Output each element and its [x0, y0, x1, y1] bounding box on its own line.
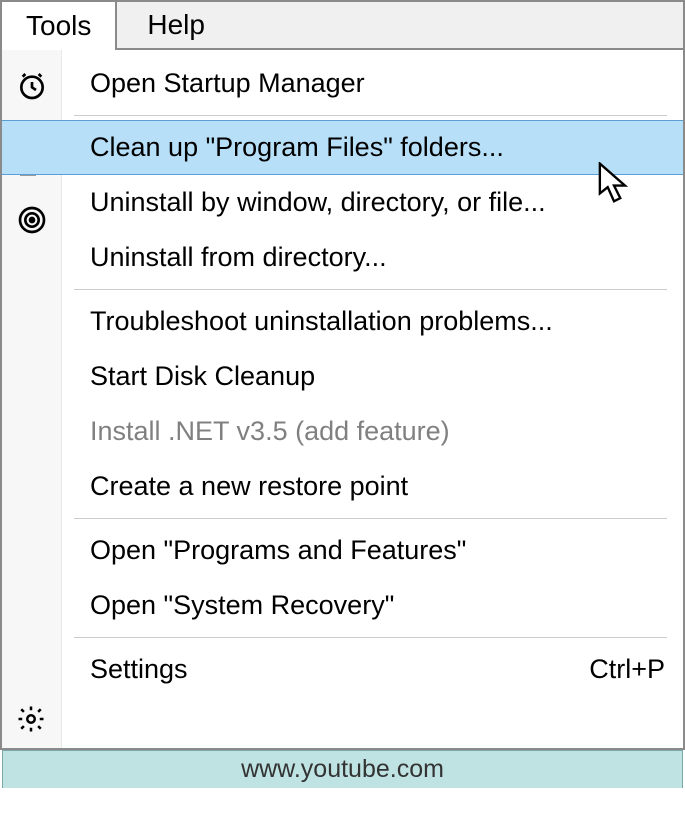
- menu-item-label: Create a new restore point: [90, 470, 408, 502]
- menu-item-troubleshoot-uninstall[interactable]: Troubleshoot uninstallation problems...: [62, 294, 683, 349]
- clock-icon: [16, 70, 48, 102]
- menu-item-shortcut: Ctrl+P: [589, 653, 665, 685]
- menu-item-label: Install .NET v3.5 (add feature): [90, 415, 450, 447]
- menu-item-label: Uninstall from directory...: [90, 241, 387, 273]
- menu-item-uninstall-by-window[interactable]: Uninstall by window, directory, or file.…: [62, 175, 683, 230]
- background-list: www.youtube.com: [2, 750, 683, 788]
- menu-item-open-programs-and-features[interactable]: Open "Programs and Features": [62, 523, 683, 578]
- menu-separator: [74, 115, 667, 116]
- menu-item-clean-up-program-files[interactable]: Clean up "Program Files" folders...: [2, 120, 683, 175]
- tools-menu-label: Tools: [26, 10, 91, 42]
- list-item-label: www.youtube.com: [241, 755, 444, 784]
- menu-separator: [74, 518, 667, 519]
- menu-separator: [74, 637, 667, 638]
- menu-item-label: Settings: [90, 653, 188, 685]
- gear-icon: [16, 704, 48, 736]
- menu-item-settings[interactable]: Settings Ctrl+P: [62, 642, 683, 697]
- menu-item-label: Open "System Recovery": [90, 589, 394, 621]
- list-item[interactable]: www.youtube.com: [2, 750, 683, 788]
- menu-item-label: Start Disk Cleanup: [90, 360, 315, 392]
- menu-item-create-restore-point[interactable]: Create a new restore point: [62, 459, 683, 514]
- tools-dropdown: Open Startup Manager Clean up "Program F…: [0, 50, 685, 750]
- menu-separator: [74, 289, 667, 290]
- tools-menu-button[interactable]: Tools: [2, 2, 117, 50]
- menubar: Tools Help: [0, 0, 685, 50]
- target-icon: [16, 204, 48, 236]
- menu-item-label: Clean up "Program Files" folders...: [90, 131, 504, 163]
- help-menu-button[interactable]: Help: [117, 2, 683, 50]
- menu-item-start-disk-cleanup[interactable]: Start Disk Cleanup: [62, 349, 683, 404]
- menu-item-open-startup-manager[interactable]: Open Startup Manager: [62, 56, 683, 111]
- help-menu-label: Help: [147, 9, 205, 41]
- menu-item-label: Troubleshoot uninstallation problems...: [90, 305, 553, 337]
- menu-item-uninstall-from-directory[interactable]: Uninstall from directory...: [62, 230, 683, 285]
- menu-item-label: Uninstall by window, directory, or file.…: [90, 186, 546, 218]
- menu-item-label: Open Startup Manager: [90, 67, 365, 99]
- menu-item-install-net: Install .NET v3.5 (add feature): [62, 404, 683, 459]
- menu-item-label: Open "Programs and Features": [90, 534, 466, 566]
- menu-item-open-system-recovery[interactable]: Open "System Recovery": [62, 578, 683, 633]
- menu-body: Open Startup Manager Clean up "Program F…: [62, 50, 683, 748]
